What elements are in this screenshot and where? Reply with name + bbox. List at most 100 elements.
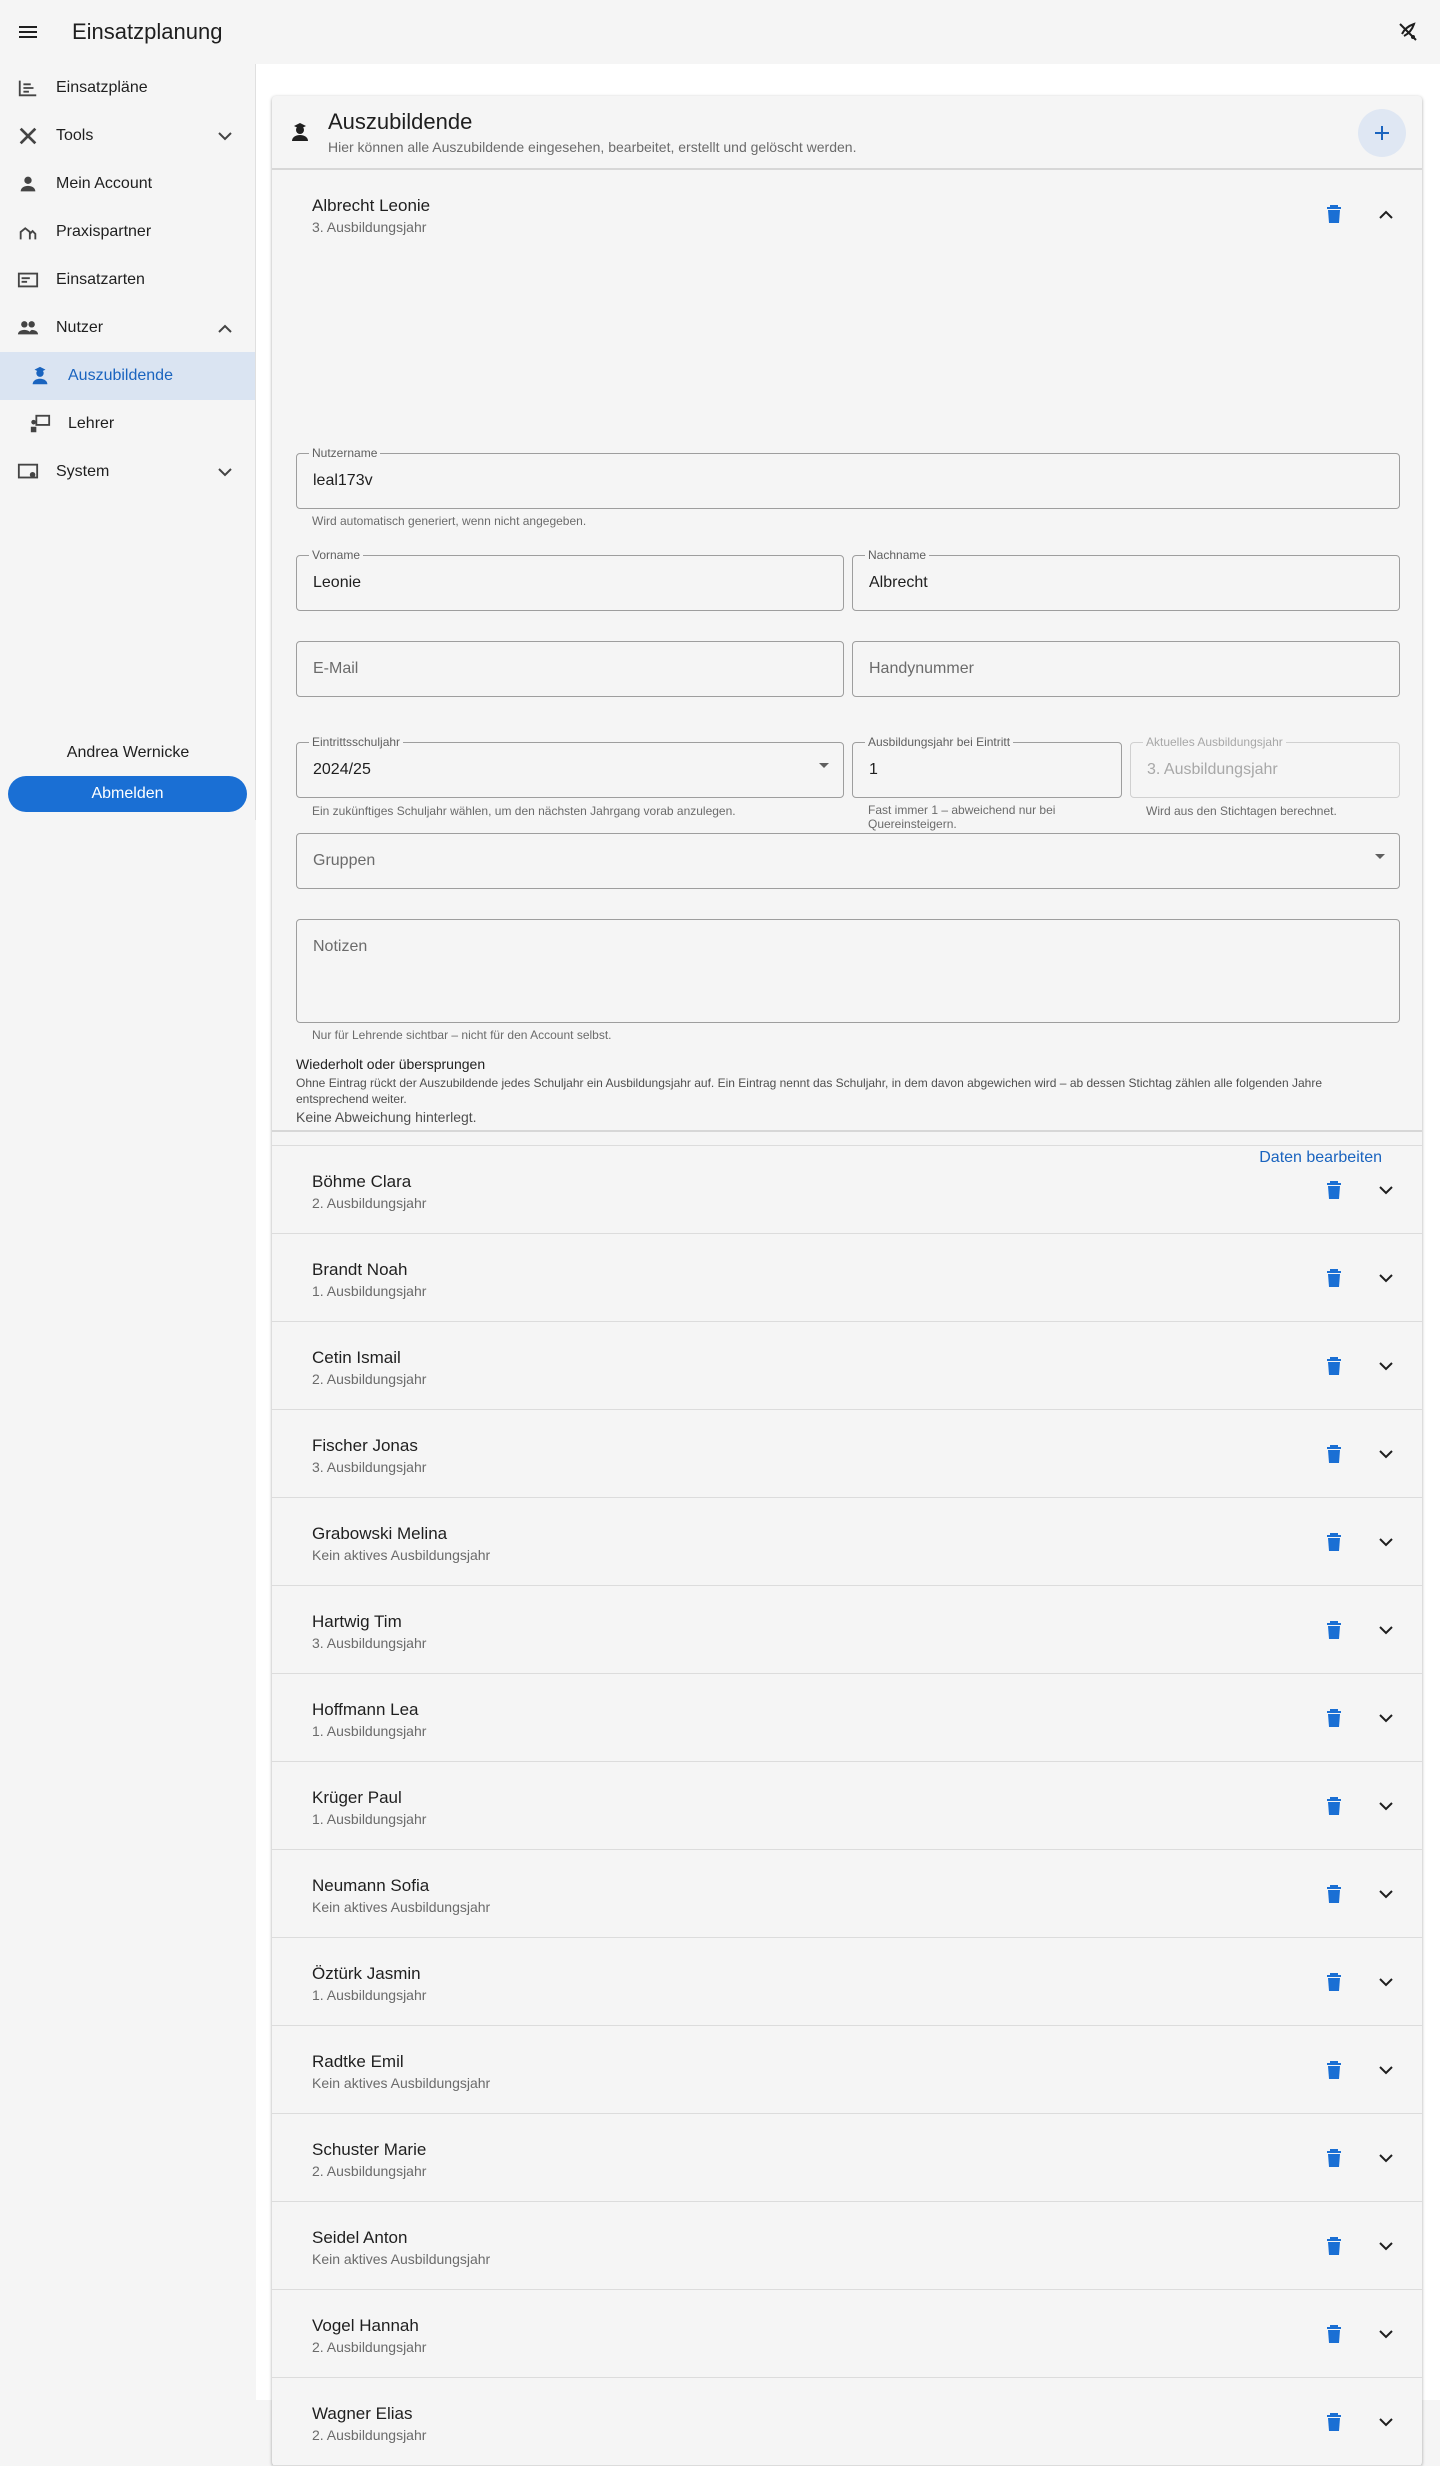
student-item[interactable]: Fischer Jonas 3. Ausbildungsjahr: [272, 1410, 1422, 1498]
student-item[interactable]: Brandt Noah 1. Ausbildungsjahr: [272, 1234, 1422, 1322]
chevron-down-icon[interactable]: [1374, 1618, 1398, 1642]
chevron-down-icon[interactable]: [1374, 1882, 1398, 1906]
student-item-header[interactable]: Albrecht Leonie 3. Ausbildungsjahr: [272, 170, 1422, 260]
student-item[interactable]: Böhme Clara 2. Ausbildungsjahr: [272, 1146, 1422, 1234]
entry-training-year-field[interactable]: Ausbildungsjahr bei Eintritt 1: [852, 735, 1122, 798]
sidebar-item-system[interactable]: System: [0, 448, 255, 496]
chevron-up-icon[interactable]: [1374, 202, 1398, 226]
panel-header: Auszubildende Hier können alle Auszubild…: [272, 96, 1422, 170]
student-item[interactable]: Wagner Elias 2. Ausbildungsjahr: [272, 2378, 1422, 2466]
current-year-hint: Wird aus den Stichtagen berechnet.: [1146, 804, 1337, 818]
delete-icon[interactable]: [1322, 1354, 1346, 1378]
student-item[interactable]: Cetin Ismail 2. Ausbildungsjahr: [272, 1322, 1422, 1410]
sidebar-item-label: Nutzer: [56, 319, 104, 336]
student-item[interactable]: Grabowski Melina Kein aktives Ausbildung…: [272, 1498, 1422, 1586]
groups-select[interactable]: Gruppen: [296, 833, 1400, 889]
plans-icon: [16, 76, 40, 100]
student-item[interactable]: Hoffmann Lea 1. Ausbildungsjahr: [272, 1674, 1422, 1762]
firstname-field[interactable]: Vorname Leonie: [296, 548, 844, 611]
student-name: Wagner Elias: [312, 2404, 413, 2423]
delete-icon[interactable]: [1322, 1530, 1346, 1554]
chevron-down-icon[interactable]: [1374, 1178, 1398, 1202]
current-training-year-field: Aktuelles Ausbildungsjahr 3. Ausbildungs…: [1130, 735, 1400, 798]
student-year: 2. Ausbildungsjahr: [312, 2427, 427, 2443]
chevron-down-icon[interactable]: [213, 460, 237, 484]
student-name: Hoffmann Lea: [312, 1700, 419, 1719]
delete-icon[interactable]: [1322, 2410, 1346, 2434]
chevron-down-icon[interactable]: [1374, 1354, 1398, 1378]
sidebar-item-tools[interactable]: Tools: [0, 112, 255, 160]
sidebar-item-label: Tools: [56, 127, 94, 144]
student-name: Albrecht Leonie: [312, 196, 431, 215]
chevron-down-icon[interactable]: [1374, 1706, 1398, 1730]
sidebar: Einsatzpläne Tools Mein Account Praxispa…: [0, 64, 256, 820]
student-item[interactable]: Krüger Paul 1. Ausbildungsjahr: [272, 1762, 1422, 1850]
chevron-down-icon[interactable]: [1374, 1970, 1398, 1994]
chevron-down-icon[interactable]: [1374, 2410, 1398, 2434]
plus-icon: [1375, 126, 1389, 140]
delete-icon[interactable]: [1322, 1618, 1346, 1642]
sidebar-item-label: Lehrer: [68, 415, 115, 432]
username-hint: Wird automatisch generiert, wenn nicht a…: [312, 514, 587, 528]
logout-button[interactable]: Abmelden: [8, 776, 247, 812]
delete-icon[interactable]: [1322, 1970, 1346, 1994]
phone-field[interactable]: Handynummer: [852, 641, 1400, 697]
delete-icon[interactable]: [1322, 2058, 1346, 2082]
sidebar-item-account[interactable]: Mein Account: [0, 160, 255, 208]
delete-icon[interactable]: [1322, 2146, 1346, 2170]
student-item[interactable]: Seidel Anton Kein aktives Ausbildungsjah…: [272, 2202, 1422, 2290]
delete-icon[interactable]: [1322, 1882, 1346, 1906]
chevron-down-icon[interactable]: [1374, 1530, 1398, 1554]
sidebar-item-einsatzarten[interactable]: Einsatzarten: [0, 256, 255, 304]
delete-icon[interactable]: [1322, 1178, 1346, 1202]
sidebar-item-einsatzplaene[interactable]: Einsatzpläne: [0, 64, 255, 112]
sidebar-item-label: Einsatzpläne: [56, 79, 148, 96]
sidebar-item-praxispartner[interactable]: Praxispartner: [0, 208, 255, 256]
notes-textarea[interactable]: Notizen: [296, 919, 1400, 1023]
student-year: 3. Ausbildungsjahr: [312, 219, 427, 235]
student-item[interactable]: Hartwig Tim 3. Ausbildungsjahr: [272, 1586, 1422, 1674]
delete-icon[interactable]: [1322, 1706, 1346, 1730]
chevron-down-icon[interactable]: [213, 124, 237, 148]
sidebar-item-nutzer[interactable]: Nutzer: [0, 304, 255, 352]
student-form: Nutzername leal173v Wird automatisch gen…: [272, 260, 1422, 1166]
email-field[interactable]: E-Mail: [296, 641, 844, 697]
delete-icon[interactable]: [1322, 1266, 1346, 1290]
entry-year-select[interactable]: Eintrittsschuljahr 2024/25: [296, 735, 844, 798]
menu-icon[interactable]: [0, 0, 56, 64]
student-item[interactable]: Radtke Emil Kein aktives Ausbildungsjahr: [272, 2026, 1422, 2114]
student-icon: [28, 364, 52, 388]
delete-icon[interactable]: [1322, 2234, 1346, 2258]
sidebar-item-label: System: [56, 463, 110, 480]
student-item[interactable]: Vogel Hannah 2. Ausbildungsjahr: [272, 2290, 1422, 2378]
username-field[interactable]: Nutzername leal173v: [296, 446, 1400, 509]
student-name: Vogel Hannah: [312, 2316, 419, 2335]
student-item[interactable]: Öztürk Jasmin 1. Ausbildungsjahr: [272, 1938, 1422, 2026]
sidebar-item-lehrer[interactable]: Lehrer: [0, 400, 255, 448]
app-bar: Einsatzplanung: [0, 0, 1440, 64]
student-year: Kein aktives Ausbildungsjahr: [312, 1899, 491, 1915]
chevron-down-icon[interactable]: [1374, 2058, 1398, 2082]
delete-icon[interactable]: [1322, 202, 1346, 226]
chevron-down-icon[interactable]: [1374, 2146, 1398, 2170]
delete-icon[interactable]: [1322, 1794, 1346, 1818]
chevron-up-icon[interactable]: [213, 316, 237, 340]
chevron-down-icon[interactable]: [1374, 1794, 1398, 1818]
chevron-down-icon[interactable]: [1374, 1266, 1398, 1290]
dropdown-arrow-icon: [819, 763, 829, 768]
student-item[interactable]: Schuster Marie 2. Ausbildungsjahr: [272, 2114, 1422, 2202]
teacher-icon: [28, 412, 52, 436]
chevron-down-icon[interactable]: [1374, 2234, 1398, 2258]
sidebar-item-auszubildende[interactable]: Auszubildende: [0, 352, 255, 400]
chevron-down-icon[interactable]: [1374, 1442, 1398, 1466]
delete-icon[interactable]: [1322, 1442, 1346, 1466]
add-student-button[interactable]: [1358, 109, 1406, 157]
user-name: Andrea Wernicke: [66, 744, 190, 761]
student-item[interactable]: Neumann Sofia Kein aktives Ausbildungsja…: [272, 1850, 1422, 1938]
main-content: Auszubildende Hier können alle Auszubild…: [256, 64, 1440, 2466]
lastname-field[interactable]: Nachname Albrecht: [852, 548, 1400, 611]
chevron-down-icon[interactable]: [1374, 2322, 1398, 2346]
student-name: Hartwig Tim: [312, 1612, 402, 1631]
theme-toggle-icon[interactable]: [1388, 12, 1428, 52]
delete-icon[interactable]: [1322, 2322, 1346, 2346]
